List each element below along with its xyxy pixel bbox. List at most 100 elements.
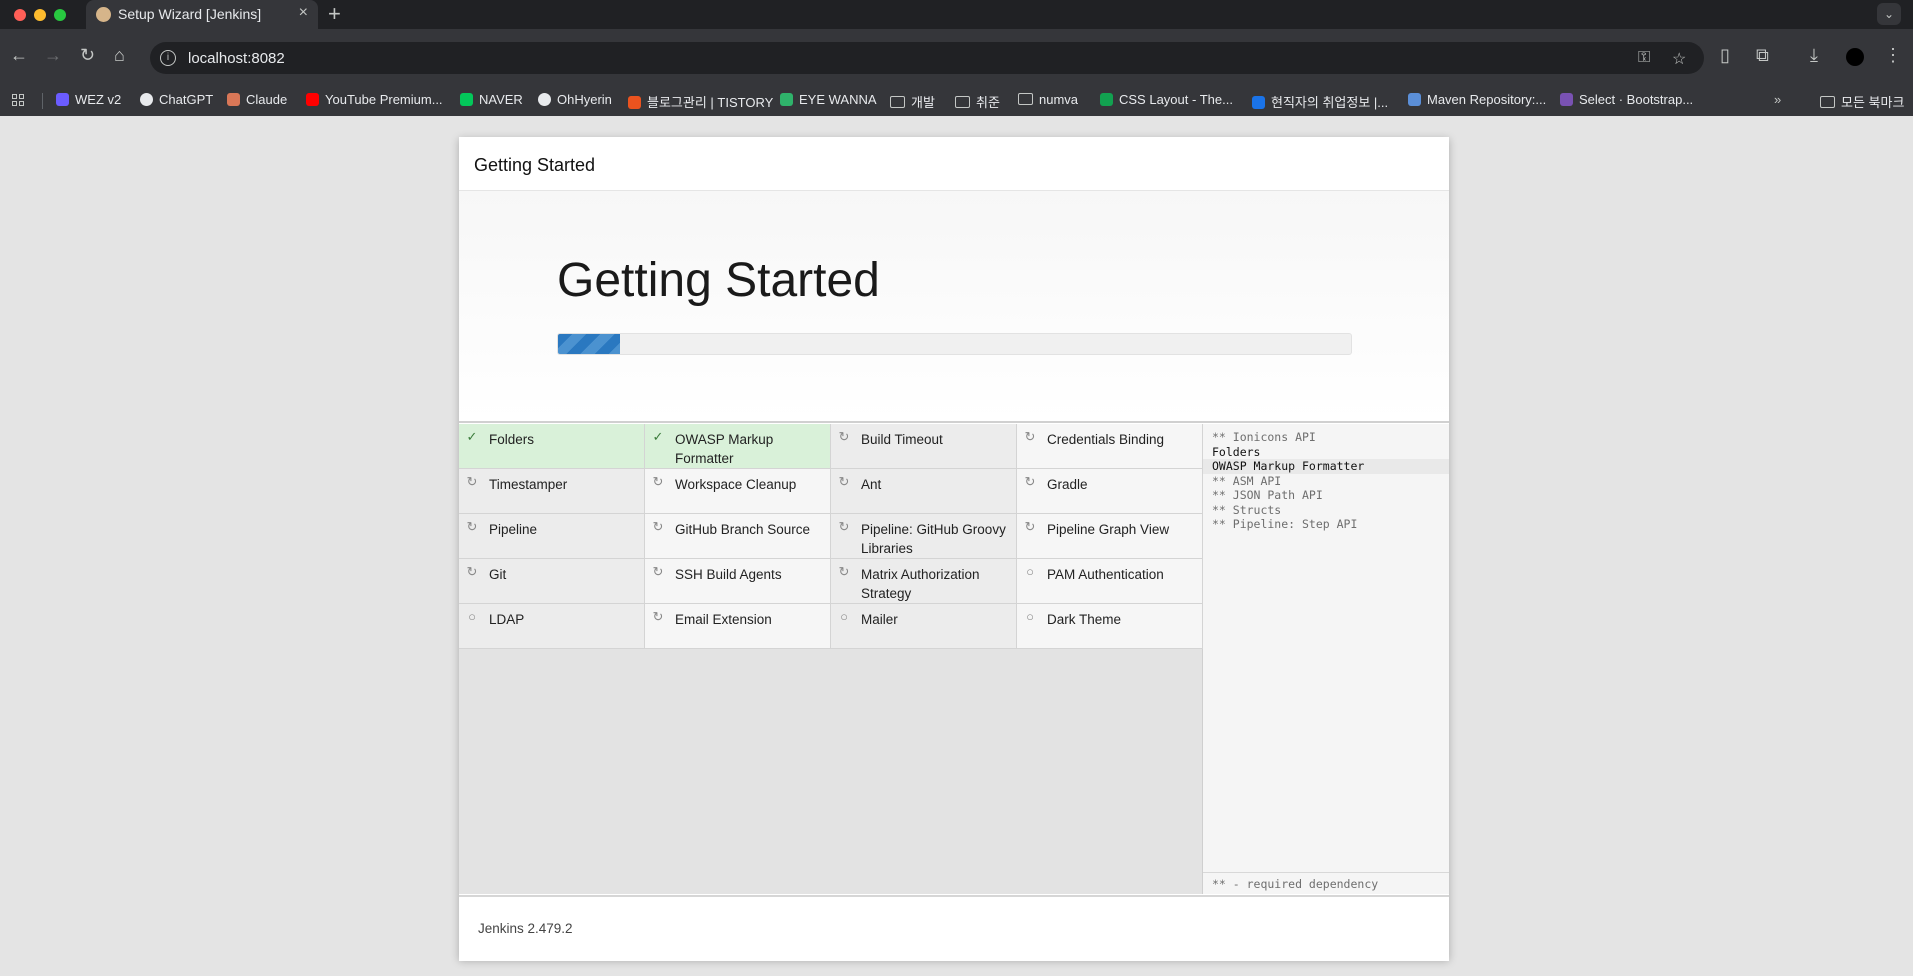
bookmark-item[interactable]: ChatGPT: [140, 92, 213, 107]
youtube-icon: [306, 93, 319, 106]
profile-avatar[interactable]: [1846, 48, 1864, 66]
bookmark-item[interactable]: 블로그관리 | TISTORY: [628, 92, 773, 111]
dialog-footer: Jenkins 2.479.2: [459, 895, 1449, 961]
bookmark-label: 현직자의 취업정보 |...: [1271, 95, 1389, 110]
claude-icon: [227, 93, 240, 106]
check-icon: ✓: [652, 429, 664, 444]
spinner-icon: ↻: [1024, 429, 1036, 444]
address-bar[interactable]: i localhost:8082 ⚿ ☆: [150, 42, 1704, 74]
zoom-window-icon[interactable]: [54, 9, 66, 21]
plugin-cell: ↻ Build Timeout: [831, 424, 1017, 469]
address-url[interactable]: localhost:8082: [188, 50, 285, 67]
plugin-name: Timestamper: [489, 477, 568, 492]
plugin-cell: ↻ Git: [459, 559, 645, 604]
more-menu-icon[interactable]: ⋮: [1884, 45, 1902, 66]
check-icon: ✓: [466, 429, 478, 444]
plugin-name: Mailer: [861, 612, 898, 627]
bookmark-item[interactable]: 취준: [955, 92, 1000, 111]
new-tab-button[interactable]: +: [328, 1, 341, 27]
all-bookmarks-folder[interactable]: 모든 북마크: [1820, 92, 1904, 111]
plugin-cell: ↻ Credentials Binding: [1017, 424, 1203, 469]
home-icon[interactable]: ⌂: [114, 45, 125, 66]
more-bookmarks-icon[interactable]: »: [1774, 92, 1781, 107]
spinner-icon: ↻: [838, 474, 850, 489]
plugin-name: Workspace Cleanup: [675, 477, 797, 492]
back-arrow-icon[interactable]: ←: [10, 45, 28, 66]
bookmark-item[interactable]: NAVER: [460, 92, 523, 107]
plugin-name: LDAP: [489, 612, 525, 627]
jenkins-version: Jenkins 2.479.2: [478, 921, 573, 936]
bookmark-label: 블로그관리 | TISTORY: [647, 95, 774, 110]
log-line: ** Structs: [1212, 502, 1282, 517]
log-legend: ** - required dependency: [1203, 872, 1449, 894]
plugin-cell: ○ Dark Theme: [1017, 604, 1203, 649]
plugin-cell: ↻ Ant: [831, 469, 1017, 514]
plugin-cell: ↻ Gradle: [1017, 469, 1203, 514]
bookmark-item[interactable]: EYE WANNA: [780, 92, 877, 107]
reading-mode-icon[interactable]: ▯: [1720, 45, 1730, 66]
all-bookmarks-label: 모든 북마크: [1841, 95, 1905, 110]
bookmark-item[interactable]: 개발: [890, 92, 935, 111]
folder-icon: [890, 96, 905, 108]
bookmark-item[interactable]: Maven Repository:...: [1408, 92, 1546, 107]
close-window-icon[interactable]: [14, 9, 26, 21]
tab-search-chevron-icon[interactable]: ⌄: [1877, 3, 1901, 25]
bookmark-label: EYE WANNA: [799, 92, 877, 107]
plugin-name: Matrix Authorization Strategy: [861, 567, 980, 601]
plugin-cell: ○ Mailer: [831, 604, 1017, 649]
pending-circle-icon: ○: [468, 609, 476, 624]
tab-close-icon[interactable]: ×: [299, 4, 308, 22]
spinner-icon: ↻: [1024, 474, 1036, 489]
plugin-name: Email Extension: [675, 612, 772, 627]
plugin-cell: ○ LDAP: [459, 604, 645, 649]
plugin-cell: ↻ Matrix Authorization Strategy: [831, 559, 1017, 604]
bookmark-item[interactable]: numva: [1018, 92, 1078, 107]
plugin-name: Dark Theme: [1047, 612, 1122, 627]
bootstrap-icon: [1560, 93, 1573, 106]
site-info-icon[interactable]: i: [160, 50, 176, 66]
bookmark-star-icon[interactable]: ☆: [1672, 49, 1686, 69]
dialog-header-title: Getting Started: [474, 155, 596, 175]
plugin-cell: ✓ Folders: [459, 424, 645, 469]
bookmark-label: 개발: [911, 95, 935, 110]
bookmark-label: 취준: [976, 95, 1000, 110]
bookmark-label: ChatGPT: [159, 92, 214, 107]
browser-tab-active[interactable]: Setup Wizard [Jenkins] ×: [86, 0, 318, 29]
bookmark-item[interactable]: OhHyerin: [538, 92, 612, 107]
reload-icon[interactable]: ↻: [80, 45, 95, 66]
hero-section: Getting Started: [459, 191, 1449, 423]
bookmark-item[interactable]: 현직자의 취업정보 |...: [1252, 92, 1388, 111]
github-icon: [538, 93, 551, 106]
password-key-icon[interactable]: ⚿: [1638, 49, 1650, 67]
dialog-header: Getting Started: [459, 137, 1449, 191]
extensions-puzzle-icon[interactable]: ⧉: [1756, 45, 1769, 66]
bookmarks-bar: WEZ v2 ChatGPT Claude YouTube Premium... NAV…: [0, 85, 1913, 116]
plugin-name: Gradle: [1047, 477, 1088, 492]
chatgpt-icon: [140, 93, 153, 106]
bookmark-item[interactable]: Claude: [227, 92, 287, 107]
bookmark-label: YouTube Premium...: [325, 92, 443, 107]
bookmark-item[interactable]: CSS Layout - The...: [1100, 92, 1233, 107]
plugin-name: Git: [489, 567, 507, 582]
log-line: ** Ionicons API: [1212, 430, 1316, 444]
plugin-name: Pipeline: [489, 522, 538, 537]
plugin-name: Ant: [861, 477, 882, 492]
bookmark-label: numva: [1039, 92, 1079, 107]
bookmark-label: OhHyerin: [557, 92, 612, 107]
plugin-cell: ↻ Workspace Cleanup: [645, 469, 831, 514]
minimize-window-icon[interactable]: [34, 9, 46, 21]
tistory-icon: [628, 96, 641, 109]
forward-arrow-icon[interactable]: →: [44, 45, 62, 66]
setup-wizard-dialog: Getting Started Getting Started ✓ Folders…: [459, 137, 1449, 961]
download-icon[interactable]: ⤓: [1810, 45, 1818, 66]
bookmark-item[interactable]: YouTube Premium...: [306, 92, 443, 107]
apps-grid-icon[interactable]: [12, 94, 24, 106]
install-progress-bar: [557, 333, 1352, 355]
install-progress-fill: [558, 334, 620, 354]
bookmark-item[interactable]: Select · Bootstrap...: [1560, 92, 1693, 107]
plugin-name: PAM Authentication: [1047, 567, 1164, 582]
bookmark-label: NAVER: [479, 92, 523, 107]
plugin-grid: ✓ Folders ✓ OWASP Markup Formatter ↻ Build Ti…: [459, 424, 1203, 894]
wez-icon: [56, 93, 69, 106]
bookmark-item[interactable]: WEZ v2: [56, 92, 121, 107]
